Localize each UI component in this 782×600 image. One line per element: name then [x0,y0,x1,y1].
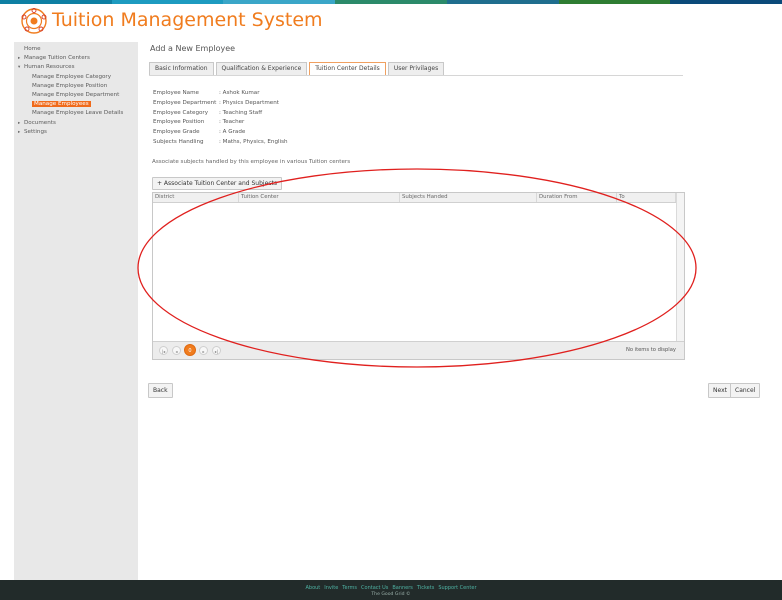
footer-link[interactable]: Contact Us [361,585,388,591]
footer-link[interactable]: Tickets [417,585,434,591]
footer-links: About Invite Terms Contact Us Banners Tickets… [0,580,782,591]
footer-copyright: The Good Grid © [371,592,411,597]
footer-link[interactable]: Invite [324,585,338,591]
footer-link[interactable]: About [305,585,320,591]
footer-link[interactable]: Banners [392,585,413,591]
footer-link[interactable]: Support Center [438,585,476,591]
footer-link[interactable]: Terms [342,585,357,591]
footer: About Invite Terms Contact Us Banners Tickets… [0,580,782,600]
annotation-ellipse [137,168,697,368]
